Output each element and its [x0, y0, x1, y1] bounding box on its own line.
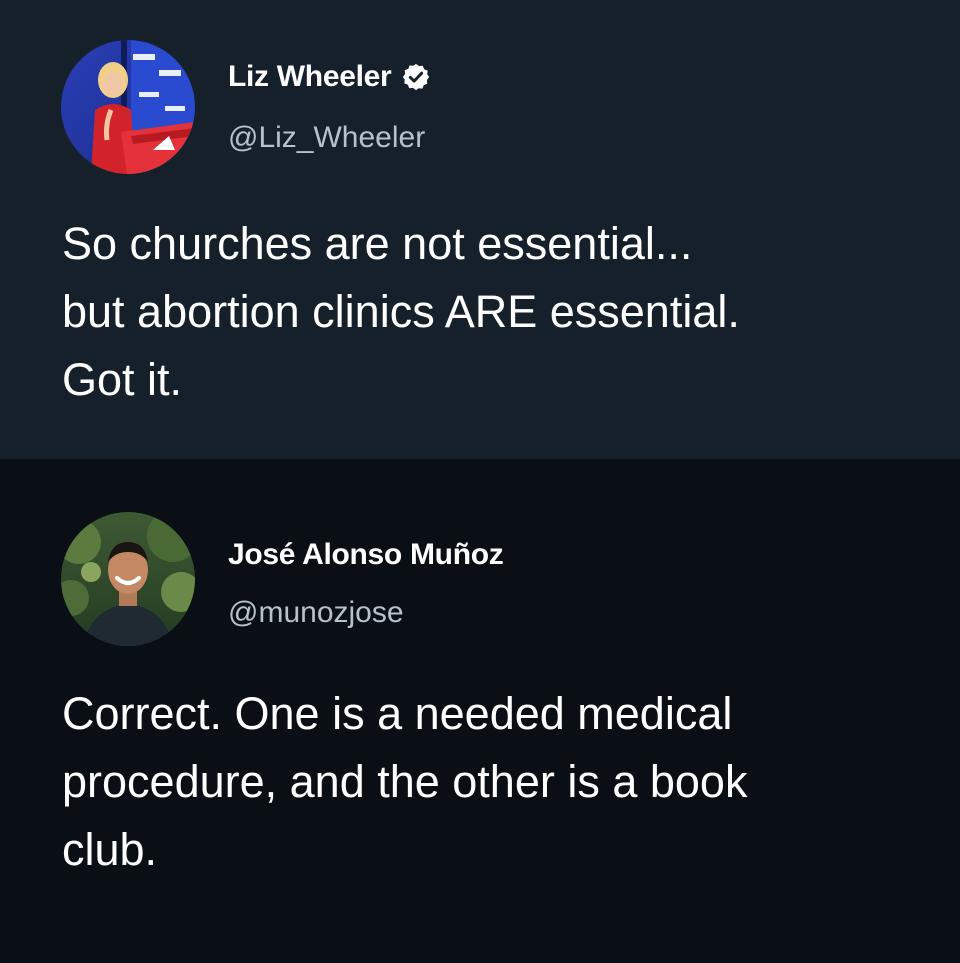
avatar[interactable] [61, 512, 195, 646]
avatar-photo-man-outdoors-icon [61, 512, 195, 646]
tweet-text: Correct. One is a needed medical procedu… [62, 688, 748, 875]
handle[interactable]: @Liz_Wheeler [228, 121, 425, 155]
avatar-photo-speaker-icon [61, 40, 195, 174]
avatar[interactable] [61, 40, 195, 174]
display-name[interactable]: Liz Wheeler [228, 60, 392, 94]
tweet-text: So churches are not essential... but abo… [62, 218, 740, 405]
screenshot-canvas: Liz Wheeler @Liz_Wheeler So churches are… [0, 0, 960, 963]
handle[interactable]: @munozjose [228, 596, 404, 630]
verified-badge-icon [403, 63, 430, 91]
tweet-card-jose-alonso-munoz[interactable]: José Alonso Muñoz @munozjose Correct. On… [0, 459, 960, 963]
display-name[interactable]: José Alonso Muñoz [228, 538, 504, 572]
tweet-card-liz-wheeler[interactable]: Liz Wheeler @Liz_Wheeler So churches are… [0, 0, 960, 459]
